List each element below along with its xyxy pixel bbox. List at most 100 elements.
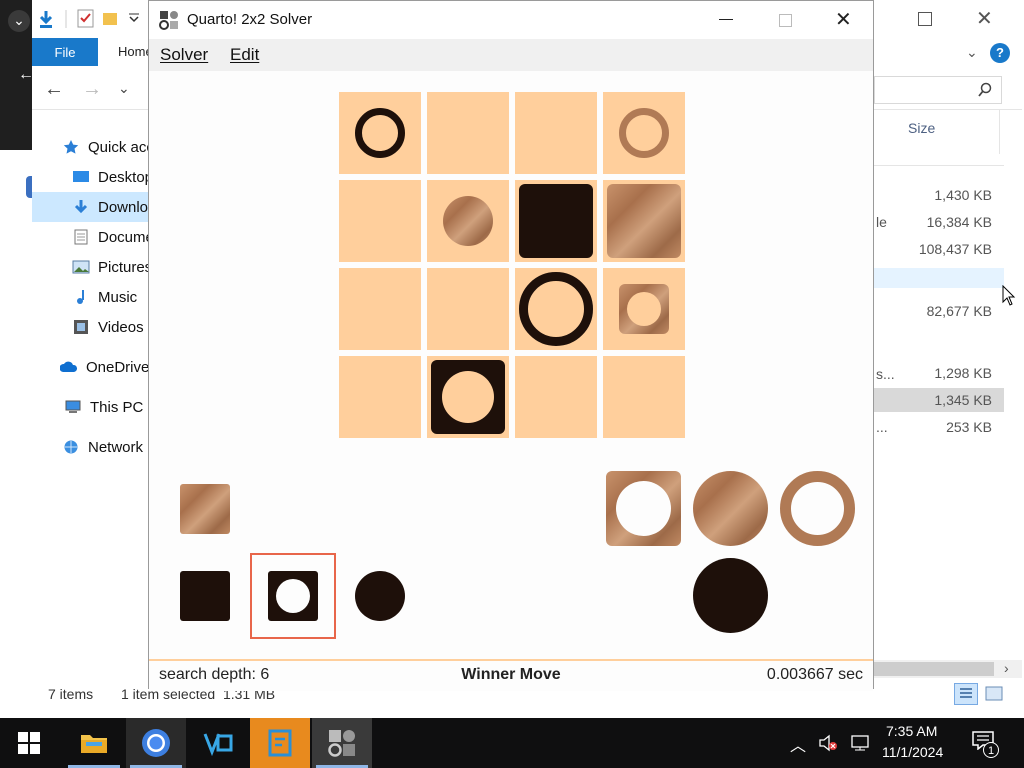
- board-cell-1-0[interactable]: [339, 180, 421, 262]
- explorer-close-button[interactable]: ✕: [976, 6, 993, 31]
- taskbar-dev-app[interactable]: [250, 718, 310, 768]
- maximize-button[interactable]: [779, 14, 792, 27]
- piece-hole: [276, 579, 310, 613]
- background-window-edge: ⌄ ←: [0, 0, 34, 150]
- nav-videos[interactable]: Videos: [72, 312, 144, 342]
- menu-solver[interactable]: Solver: [160, 45, 208, 65]
- available-wood-round-hollow-tall-piece[interactable]: [780, 471, 855, 546]
- nav-music[interactable]: Music: [72, 282, 137, 312]
- file-size: 16,384 KB: [926, 214, 992, 230]
- board-cell-0-2[interactable]: [515, 92, 597, 174]
- large-icons-view-icon[interactable]: [984, 684, 1004, 704]
- ribbon-tab-file[interactable]: File: [32, 38, 98, 66]
- scrollbar-thumb[interactable]: [874, 662, 994, 676]
- nav-desktop[interactable]: Desktop: [72, 162, 153, 192]
- board-cell-2-3[interactable]: [603, 268, 685, 350]
- search-icon: [978, 82, 992, 97]
- nav-downloads[interactable]: Downlo: [32, 192, 150, 222]
- ribbon-expand-icon[interactable]: ⌄: [966, 44, 978, 61]
- close-button[interactable]: ✕: [835, 7, 852, 32]
- board-cell-0-0[interactable]: [339, 92, 421, 174]
- chevron-down-icon[interactable]: ⌄: [8, 10, 30, 32]
- volume-muted-icon[interactable]: [818, 734, 840, 752]
- minimize-button[interactable]: [719, 19, 733, 20]
- forward-arrow-icon[interactable]: →: [82, 78, 102, 101]
- show-hidden-icons-icon[interactable]: ︿: [790, 732, 806, 756]
- back-arrow-icon[interactable]: ←: [18, 66, 34, 84]
- available-wood-square-small-piece[interactable]: [180, 484, 230, 534]
- search-box[interactable]: [874, 76, 1002, 104]
- board-cell-1-2[interactable]: [515, 180, 597, 262]
- solve-time-label: 0.003667 sec: [766, 666, 863, 683]
- menu-edit[interactable]: Edit: [230, 45, 259, 65]
- file-size: 1,430 KB: [934, 187, 992, 203]
- nav-label: Videos: [98, 318, 144, 336]
- board-cell-2-2[interactable]: [515, 268, 597, 350]
- file-size: 1,345 KB: [934, 392, 992, 408]
- explorer-maximize-button[interactable]: [918, 12, 932, 26]
- help-icon[interactable]: ?: [990, 43, 1010, 63]
- taskbar-chrome[interactable]: [126, 718, 186, 768]
- recent-locations-icon[interactable]: ⌄: [118, 80, 130, 97]
- taskbar-visual-studio-code-app[interactable]: [188, 718, 248, 768]
- scroll-right-icon[interactable]: ›: [1004, 660, 1009, 676]
- music-icon: [77, 290, 84, 304]
- piece-hole: [627, 292, 661, 326]
- nav-documents[interactable]: Docume: [72, 222, 154, 252]
- board-cell-3-1[interactable]: [427, 356, 509, 438]
- available-wood-square-hollow-tall-piece[interactable]: [606, 471, 681, 546]
- available-dark-square-small-piece[interactable]: [180, 571, 230, 621]
- file-row-highlight[interactable]: [874, 268, 1004, 288]
- wood-square-tall-piece: [607, 184, 681, 258]
- nav-onedrive[interactable]: OneDrive: [60, 352, 149, 382]
- nav-this-pc[interactable]: This PC: [64, 392, 143, 422]
- nav-label: Downlo: [98, 198, 149, 216]
- dark-round-hollow-tall-piece: [519, 272, 593, 346]
- column-separator: [999, 110, 1000, 154]
- clock-date[interactable]: 11/1/2024: [882, 744, 943, 760]
- board-cell-3-2[interactable]: [515, 356, 597, 438]
- back-arrow-icon[interactable]: ←: [44, 78, 64, 101]
- nav-pictures[interactable]: Pictures: [72, 252, 152, 282]
- horizontal-scrollbar[interactable]: ›: [874, 660, 1022, 678]
- network-status-icon[interactable]: [848, 734, 872, 752]
- board-cell-2-0[interactable]: [339, 268, 421, 350]
- wood-square-hollow-piece: [619, 284, 669, 334]
- nav-label: This PC: [90, 398, 144, 416]
- details-view-icon[interactable]: [954, 683, 978, 705]
- taskbar-file-explorer[interactable]: [64, 718, 124, 768]
- selected-piece-frame[interactable]: [250, 553, 336, 639]
- header-divider: [874, 165, 1004, 166]
- quick-access-icons: [39, 9, 139, 28]
- file-name-fragment: ...: [876, 419, 888, 435]
- board-cell-3-3[interactable]: [603, 356, 685, 438]
- board-cell-1-1[interactable]: [427, 180, 509, 262]
- winner-move-label: Winner Move: [461, 666, 561, 683]
- start-button[interactable]: [0, 718, 58, 768]
- clock-time[interactable]: 7:35 AM: [886, 723, 937, 739]
- board-cell-2-1[interactable]: [427, 268, 509, 350]
- cloud-icon: [60, 361, 77, 372]
- piece-hole: [616, 481, 671, 536]
- nav-quick-access[interactable]: Quick acc: [62, 132, 154, 162]
- board-cell-0-3[interactable]: [603, 92, 685, 174]
- nav-label: Network: [88, 438, 144, 456]
- board-cell-0-1[interactable]: [427, 92, 509, 174]
- column-header-size[interactable]: Size: [908, 120, 935, 136]
- status-item-count: 7 items: [48, 686, 94, 702]
- videos-icon: [74, 320, 88, 334]
- nav-label: OneDrive: [86, 358, 150, 376]
- available-dark-round-small-piece[interactable]: [355, 571, 405, 621]
- folder-icon: [81, 735, 107, 753]
- nav-network[interactable]: Network: [62, 432, 143, 462]
- board-cell-1-3[interactable]: [603, 180, 685, 262]
- pictures-icon: [72, 260, 90, 274]
- taskbar-quarto-app[interactable]: [312, 718, 372, 768]
- available-wood-round-tall-piece[interactable]: [693, 471, 768, 546]
- notification-center-button[interactable]: 1: [972, 730, 1002, 758]
- available-dark-round-tall-piece[interactable]: [693, 558, 768, 633]
- thumbnail-icon: [985, 686, 1003, 701]
- menu-bar: Solver Edit: [149, 39, 873, 71]
- file-name-fragment: le: [876, 214, 887, 230]
- board-cell-3-0[interactable]: [339, 356, 421, 438]
